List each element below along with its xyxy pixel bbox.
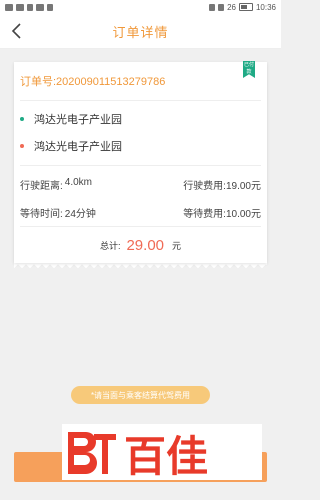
wait-time-label: 等待时间: bbox=[20, 208, 63, 220]
ribbon-text: 已付 款 bbox=[243, 62, 254, 75]
fee-row: 等待时间: 24分钟 等待费用: 10.00元 bbox=[20, 198, 261, 226]
distance-label: 行驶距离: bbox=[20, 180, 63, 192]
route-section: 鸿达光电子产业园 鸿达光电子产业园 bbox=[14, 101, 267, 165]
order-number: 订单号:20200901151327978​6 bbox=[20, 76, 166, 88]
settlement-notice: *请当面与乘客结算代驾费用 bbox=[71, 386, 210, 404]
total-row: 总计: 29.00 元 bbox=[14, 227, 267, 263]
status-bar: 26 10:36 bbox=[0, 0, 281, 14]
back-button[interactable] bbox=[8, 21, 28, 41]
wait-time-value: 24分钟 bbox=[64, 208, 96, 220]
watermark-text: 百佳 bbox=[124, 432, 208, 480]
app-icon bbox=[47, 3, 53, 11]
paid-ribbon-icon: 已付 款 bbox=[243, 61, 255, 78]
end-location: 鸿达光电子产业园 bbox=[14, 132, 267, 159]
end-dot-icon bbox=[20, 143, 24, 148]
fee-details: 行驶距离: 4.0km 行驶费用: 19.00元 等待时间: 24分钟 等待费用… bbox=[14, 166, 267, 226]
watermark-logo: 百佳 bbox=[62, 424, 262, 480]
receipt-zigzag-edge bbox=[14, 263, 267, 269]
fee-row: 行驶距离: 4.0km 行驶费用: 19.00元 bbox=[20, 170, 261, 198]
wait-fee-label: 等待费用: bbox=[183, 208, 226, 220]
distance-value: 4.0km bbox=[64, 176, 93, 188]
wait-fee: 等待费用: 10.00元 bbox=[183, 205, 261, 220]
bluetooth-icon bbox=[209, 3, 216, 11]
order-number-row: 订单号:20200901151327978​6 已付 款 bbox=[14, 61, 267, 100]
hd-icon bbox=[5, 3, 13, 11]
end-location-text: 鸿达光电子产业园 bbox=[34, 140, 122, 153]
page-title: 订单详情 bbox=[112, 24, 169, 40]
start-location: 鸿达光电子产业园 bbox=[14, 105, 267, 132]
start-location-text: 鸿达光电子产业园 bbox=[34, 113, 122, 126]
chevron-left-icon bbox=[11, 23, 21, 39]
total-amount: 29.00 bbox=[126, 236, 165, 254]
battery-percent: 26 bbox=[227, 2, 236, 12]
order-receipt-card: 订单号:20200901151327978​6 已付 款 鸿达光电子产业园 鸿达… bbox=[14, 61, 267, 269]
wait-fee-value: 10.00元 bbox=[225, 208, 261, 220]
wait-time: 等待时间: 24分钟 bbox=[20, 205, 96, 220]
drive-fee: 行驶费用: 19.00元 bbox=[183, 177, 261, 192]
status-time: 10:36 bbox=[255, 2, 276, 12]
drive-fee-value: 19.00元 bbox=[225, 180, 261, 192]
signal-icon bbox=[16, 3, 24, 11]
total-unit: 元 bbox=[172, 240, 182, 251]
baijia-logo-icon: 百佳 bbox=[68, 432, 208, 480]
battery-icon bbox=[238, 3, 253, 11]
wifi-icon bbox=[27, 3, 33, 11]
nav-bar: 订单详情 bbox=[0, 14, 281, 49]
start-dot-icon bbox=[20, 116, 24, 121]
notification-icon bbox=[36, 3, 44, 11]
total-label: 总计: bbox=[99, 240, 121, 251]
distance: 行驶距离: 4.0km bbox=[20, 177, 92, 192]
vibrate-icon bbox=[218, 3, 225, 11]
drive-fee-label: 行驶费用: bbox=[183, 180, 226, 192]
